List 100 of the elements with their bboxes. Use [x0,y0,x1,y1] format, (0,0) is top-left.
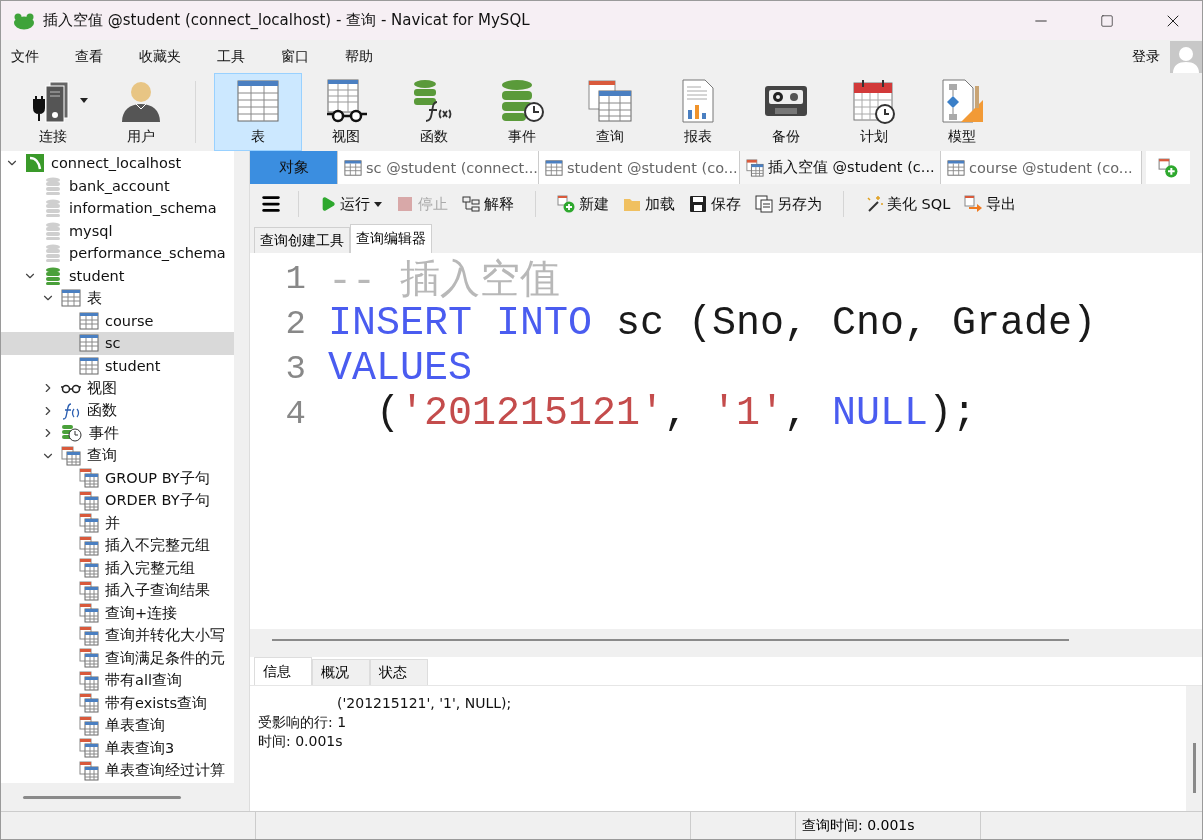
toolbar-button[interactable]: 事件 [478,73,566,151]
tree-item[interactable]: ORDER BY子句 [1,489,234,512]
save-icon [689,195,707,213]
tab[interactable]: 概况 [312,659,370,685]
toolbar-button[interactable]: 美化 SQL [860,194,956,214]
tree-item[interactable]: 单表查询 [1,714,234,737]
tree-item[interactable]: 单表查询经过计算 [1,759,234,782]
tree-item[interactable]: bank_account [1,174,234,197]
menu-icon[interactable] [260,193,282,215]
login-link[interactable]: 登录 [1132,47,1160,66]
tab[interactable]: course @student (co... [941,151,1142,184]
toolbar-button[interactable]: 函数 [390,73,478,151]
database-icon [43,265,63,286]
scrollbar[interactable] [23,795,181,799]
menu-item[interactable]: 收藏夹 [139,47,181,66]
tab[interactable]: 插入空值 @student (c... [740,151,941,184]
line-number: 1 [284,259,307,298]
tree-item[interactable]: mysql [1,219,234,242]
tab[interactable]: 对象 [250,151,338,184]
tab[interactable]: 查询创建工具 [254,227,350,253]
tree-item[interactable]: 查询+连接 [1,602,234,625]
tree-item[interactable]: 查询满足条件的元 [1,647,234,670]
tree-item[interactable]: performance_schema [1,242,234,265]
table-icon [947,158,965,177]
stop-icon [396,195,414,213]
query-icon [79,648,99,669]
tree-item[interactable]: 插入完整元组 [1,557,234,580]
tree-item[interactable]: 事件 [1,422,234,445]
query-icon [746,158,764,177]
export-icon [964,195,983,213]
tab[interactable]: student @student (co... [539,151,740,184]
tree-item[interactable]: course [1,309,234,332]
tree-item[interactable]: 表 [1,287,234,310]
toolbar-button[interactable]: 报表 [654,73,742,151]
menu-item[interactable]: 文件 [11,47,39,66]
message-line: 时间: 0.001s [258,732,344,751]
tree-item[interactable]: 带有exists查询 [1,692,234,715]
tree-item[interactable]: 函数 [1,399,234,422]
toolbar-button[interactable]: 另存为 [750,194,827,214]
tree-item[interactable]: 并 [1,512,234,535]
table-icon [545,158,563,177]
database-icon [43,243,63,264]
toolbar-button[interactable]: 模型 [918,73,1006,151]
new-tab-button[interactable] [1146,151,1190,184]
toolbar-button[interactable]: 新建 [552,194,614,214]
menu-item[interactable]: 窗口 [281,47,309,66]
tree-item[interactable]: 视图 [1,377,234,400]
table-icon [235,78,281,124]
toolbar-button[interactable]: 导出 [959,194,1022,214]
tab[interactable]: sc @student (connect... [338,151,539,184]
tree-item[interactable]: 插入子查询结果 [1,579,234,602]
app-logo-icon [13,11,35,30]
tree-item[interactable]: 带有all查询 [1,669,234,692]
toolbar-button[interactable]: 加载 [618,194,680,214]
tree-item[interactable]: information_schema [1,197,234,220]
tree-item[interactable]: student [1,264,234,287]
caret-icon[interactable] [80,98,88,103]
tab[interactable]: 状态 [370,659,428,685]
tree-item[interactable]: 查询 [1,444,234,467]
table-icon [79,310,99,331]
tree-item[interactable]: student [1,354,234,377]
toolbar-button[interactable]: 计划 [830,73,918,151]
menu-item[interactable]: 查看 [75,47,103,66]
magic-wand-icon [865,195,883,213]
toolbar-button[interactable]: 运行 [315,194,387,214]
query-icon [79,738,99,759]
tree-item[interactable]: 单表查询3 [1,737,234,760]
toolbar-button[interactable]: 表 [214,73,302,151]
query-icon [79,468,99,489]
tree-item[interactable]: GROUP BY子句 [1,467,234,490]
toolbar-button[interactable]: 连接 [9,73,97,151]
query-icon [79,715,99,736]
tree-item[interactable]: sc [1,332,234,355]
tree-item[interactable]: 插入不完整元组 [1,534,234,557]
tab[interactable]: 查询编辑器 [350,224,432,253]
maximize-icon[interactable] [1100,13,1114,28]
scrollbar[interactable] [272,639,1069,641]
toolbar-button[interactable]: 查询 [566,73,654,151]
new-query-icon [557,195,575,213]
toolbar-button[interactable]: 视图 [302,73,390,151]
tree-item[interactable]: connect_localhost [1,152,234,175]
menu-item[interactable]: 帮助 [345,47,373,66]
scrollbar[interactable] [1192,743,1196,793]
query-icon [61,445,81,466]
toolbar-button[interactable]: 解释 [457,194,519,214]
code-line: ('201215121', '1', NULL); [375,391,977,436]
toolbar-button[interactable]: 备份 [742,73,830,151]
toolbar-button[interactable]: 用户 [97,73,185,151]
tab[interactable]: 信息 [254,657,312,685]
diagram-icon [939,78,985,124]
menu-item[interactable]: 工具 [217,47,245,66]
message-line: 受影响的行: 1 [258,713,348,732]
query-icon [79,603,99,624]
caret-icon[interactable] [374,201,382,207]
window-title: 插入空值 @student (connect_localhost) - 查询 - Navicat for MySQL [43,11,531,30]
line-number: 4 [284,394,307,433]
database-icon [43,220,63,241]
tree-item[interactable]: 查询并转化大小写 [1,624,234,647]
toolbar-button[interactable]: 保存 [684,194,746,214]
glasses-icon [61,382,81,395]
